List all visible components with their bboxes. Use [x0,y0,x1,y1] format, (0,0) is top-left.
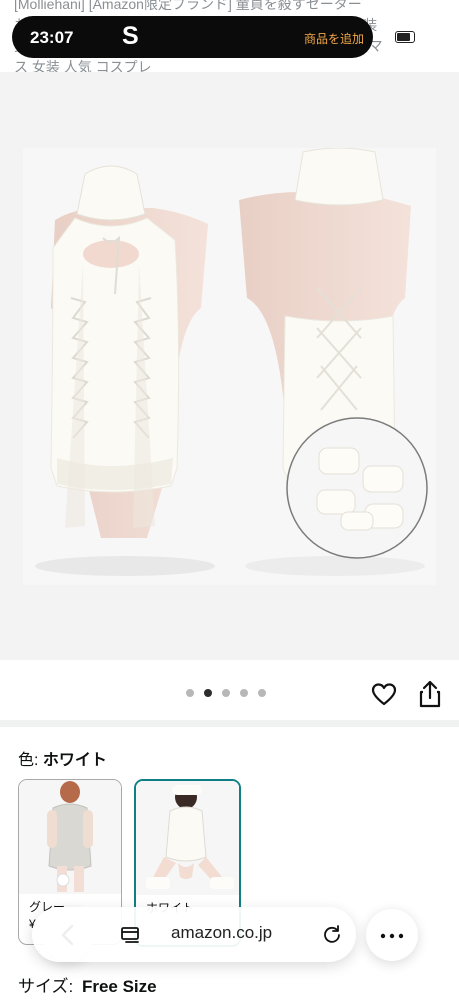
app-logo[interactable]: S [122,22,139,51]
pagination-dot[interactable] [240,689,248,697]
share-icon[interactable] [418,680,442,708]
swatch-thumbnail [136,781,239,895]
color-selection-label: 色: ホワイト [18,746,107,770]
color-label-prefix: 色: [18,752,39,769]
size-label: サイズ: [18,977,74,996]
pagination-dot[interactable] [222,689,230,697]
clock: 23:07 [30,28,74,47]
heart-icon[interactable] [371,682,397,708]
tabs-icon[interactable] [120,924,140,944]
url-text[interactable]: amazon.co.jp [171,923,272,943]
pagination-dot-active[interactable] [204,689,212,697]
selected-size-value: Free Size [81,977,157,996]
swatch-thumbnail [19,780,121,894]
selected-color-value: ホワイト [42,752,107,769]
more-button[interactable] [366,909,418,961]
reload-icon[interactable] [322,924,342,944]
status-bar: 23:07 S 商品を追加 [12,16,373,58]
pagination-dot[interactable] [186,689,194,697]
size-selection: サイズ: Free Size [18,972,157,997]
product-image-gallery[interactable] [0,72,459,660]
more-icon [380,933,404,939]
pagination-dot[interactable] [258,689,266,697]
product-title-line-1: [Molliehani] [Amazon限定ブランド] 童貞を殺すセーター [14,0,362,12]
section-divider [0,720,459,727]
add-product-button[interactable]: 商品を追加 [304,30,364,47]
product-image[interactable] [23,148,436,585]
battery-icon [395,31,415,43]
image-pagination[interactable] [186,689,266,697]
address-bar[interactable]: amazon.co.jp [32,907,356,962]
gallery-controls [0,660,459,720]
